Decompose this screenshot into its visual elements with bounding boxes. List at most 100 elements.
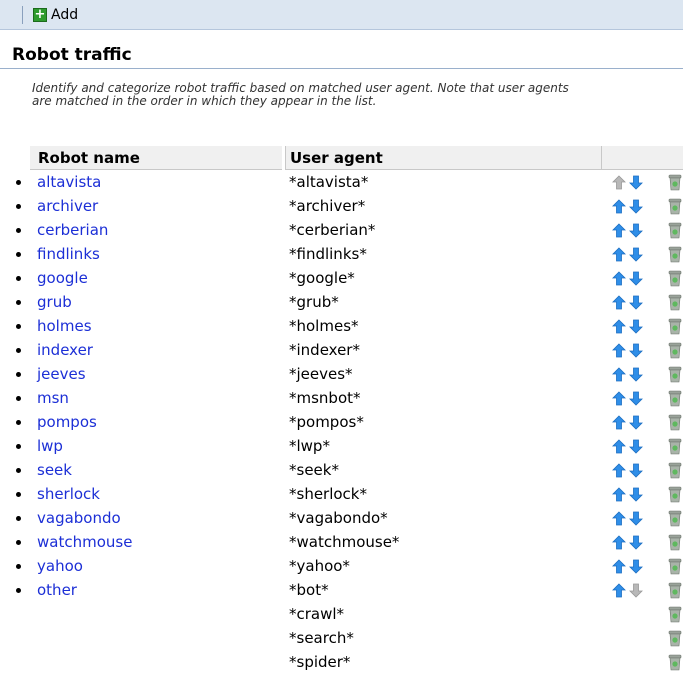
table-row: findlinks *findlinks* bbox=[0, 242, 683, 266]
trash-icon[interactable] bbox=[668, 389, 682, 407]
robot-name-link[interactable]: sherlock bbox=[37, 485, 100, 503]
trash-icon[interactable] bbox=[668, 221, 682, 239]
robot-name-link[interactable]: pompos bbox=[37, 413, 97, 431]
arrow-up-icon[interactable] bbox=[612, 295, 626, 310]
arrow-up-icon[interactable] bbox=[612, 343, 626, 358]
robot-name-link[interactable]: msn bbox=[37, 389, 69, 407]
trash-icon[interactable] bbox=[668, 653, 682, 671]
trash-icon[interactable] bbox=[668, 365, 682, 383]
trash-icon[interactable] bbox=[668, 293, 682, 311]
table-row: jeeves *jeeves* bbox=[0, 362, 683, 386]
robot-name-link[interactable]: findlinks bbox=[37, 245, 100, 263]
robot-name-link[interactable]: lwp bbox=[37, 437, 63, 455]
arrow-up-icon[interactable] bbox=[612, 223, 626, 238]
trash-icon[interactable] bbox=[668, 317, 682, 335]
arrow-down-icon[interactable] bbox=[629, 439, 643, 454]
robot-name-link[interactable]: cerberian bbox=[37, 221, 108, 239]
trash-icon[interactable] bbox=[668, 245, 682, 263]
robot-name-link[interactable]: holmes bbox=[37, 317, 92, 335]
robot-name-link[interactable]: google bbox=[37, 269, 88, 287]
description-line-2: are matched in the order in which they a… bbox=[32, 94, 377, 108]
trash-icon[interactable] bbox=[668, 509, 682, 527]
bullet-icon bbox=[16, 468, 21, 473]
user-agent-value: *vagabondo* bbox=[289, 509, 388, 527]
bullet-icon bbox=[16, 372, 21, 377]
user-agent-value: *msnbot* bbox=[289, 389, 361, 407]
column-header-user-agent: User agent bbox=[285, 146, 601, 170]
arrow-down-icon[interactable] bbox=[629, 343, 643, 358]
trash-icon[interactable] bbox=[668, 341, 682, 359]
arrow-down-icon[interactable] bbox=[629, 367, 643, 382]
trash-icon[interactable] bbox=[668, 269, 682, 287]
robot-name-link[interactable]: other bbox=[37, 581, 77, 599]
robot-name-link[interactable]: watchmouse bbox=[37, 533, 132, 551]
bullet-icon bbox=[16, 444, 21, 449]
table-row: other *bot* bbox=[0, 578, 683, 602]
arrow-up-icon[interactable] bbox=[612, 247, 626, 262]
trash-icon[interactable] bbox=[668, 557, 682, 575]
trash-icon[interactable] bbox=[668, 485, 682, 503]
arrow-down-icon[interactable] bbox=[629, 511, 643, 526]
table-row: lwp *lwp* bbox=[0, 434, 683, 458]
trash-icon[interactable] bbox=[668, 437, 682, 455]
trash-icon[interactable] bbox=[668, 629, 682, 647]
user-agent-value: *spider* bbox=[289, 653, 351, 671]
arrow-up-icon[interactable] bbox=[612, 367, 626, 382]
bullet-icon bbox=[16, 204, 21, 209]
trash-icon[interactable] bbox=[668, 533, 682, 551]
user-agent-value: *indexer* bbox=[289, 341, 360, 359]
bullet-icon bbox=[16, 324, 21, 329]
table-row: sherlock *sherlock* bbox=[0, 482, 683, 506]
trash-icon[interactable] bbox=[668, 581, 682, 599]
arrow-down-icon[interactable] bbox=[629, 175, 643, 190]
arrow-up-icon[interactable] bbox=[612, 319, 626, 334]
robot-name-link[interactable]: jeeves bbox=[37, 365, 86, 383]
robot-name-link[interactable]: archiver bbox=[37, 197, 98, 215]
arrow-down-icon[interactable] bbox=[629, 247, 643, 262]
table-row: indexer *indexer* bbox=[0, 338, 683, 362]
arrow-up-icon[interactable] bbox=[612, 535, 626, 550]
arrow-down-icon[interactable] bbox=[629, 223, 643, 238]
robot-name-link[interactable]: seek bbox=[37, 461, 72, 479]
add-button[interactable]: + Add bbox=[33, 6, 78, 24]
arrow-up-icon[interactable] bbox=[612, 463, 626, 478]
arrow-down-icon[interactable] bbox=[629, 535, 643, 550]
arrow-down-icon[interactable] bbox=[629, 487, 643, 502]
arrow-down-icon[interactable] bbox=[629, 463, 643, 478]
table-row: altavista *altavista* bbox=[0, 170, 683, 194]
arrow-down-icon[interactable] bbox=[629, 271, 643, 286]
robot-name-link[interactable]: vagabondo bbox=[37, 509, 121, 527]
arrow-up-icon[interactable] bbox=[612, 559, 626, 574]
bullet-icon bbox=[16, 252, 21, 257]
robot-name-link[interactable]: yahoo bbox=[37, 557, 83, 575]
robot-name-link[interactable]: altavista bbox=[37, 173, 101, 191]
arrow-up-icon[interactable] bbox=[612, 439, 626, 454]
arrow-down-icon[interactable] bbox=[629, 415, 643, 430]
trash-icon[interactable] bbox=[668, 173, 682, 191]
arrow-up-icon[interactable] bbox=[612, 487, 626, 502]
arrow-down-icon[interactable] bbox=[629, 199, 643, 214]
arrow-down-icon[interactable] bbox=[629, 295, 643, 310]
trash-icon[interactable] bbox=[668, 413, 682, 431]
trash-icon[interactable] bbox=[668, 605, 682, 623]
table-row: *spider* bbox=[0, 650, 683, 674]
section-title: Robot traffic bbox=[0, 31, 683, 69]
arrow-up-icon[interactable] bbox=[612, 583, 626, 598]
arrow-up-icon[interactable] bbox=[612, 271, 626, 286]
arrow-down-icon[interactable] bbox=[629, 391, 643, 406]
robot-name-link[interactable]: grub bbox=[37, 293, 72, 311]
arrow-up-icon[interactable] bbox=[612, 511, 626, 526]
trash-icon[interactable] bbox=[668, 197, 682, 215]
robot-name-link[interactable]: indexer bbox=[37, 341, 93, 359]
arrow-up-icon[interactable] bbox=[612, 199, 626, 214]
bullet-icon bbox=[16, 564, 21, 569]
arrow-up-icon[interactable] bbox=[612, 415, 626, 430]
user-agent-value: *grub* bbox=[289, 293, 339, 311]
toolbar-separator bbox=[22, 6, 23, 24]
arrow-down-icon[interactable] bbox=[629, 559, 643, 574]
arrow-up-icon bbox=[612, 175, 626, 190]
trash-icon[interactable] bbox=[668, 461, 682, 479]
table-row: vagabondo *vagabondo* bbox=[0, 506, 683, 530]
arrow-up-icon[interactable] bbox=[612, 391, 626, 406]
arrow-down-icon[interactable] bbox=[629, 319, 643, 334]
